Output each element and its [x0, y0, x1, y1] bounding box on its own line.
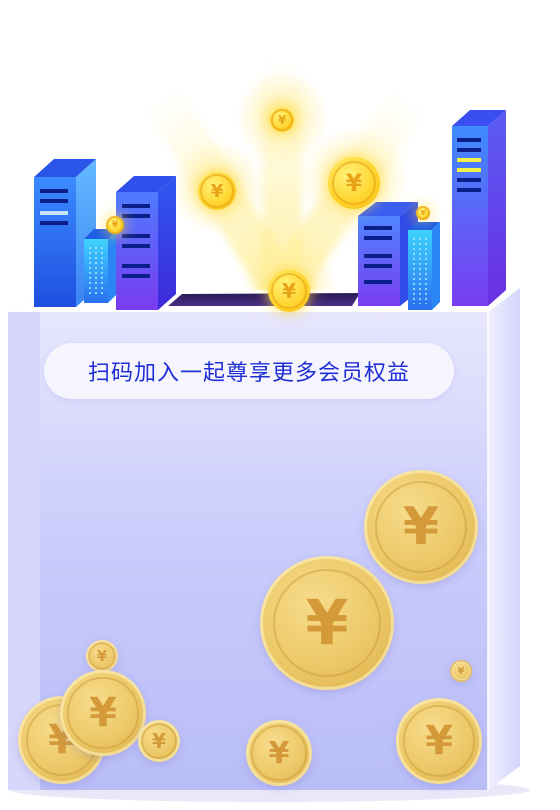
- coin-symbol: ¥: [67, 677, 139, 749]
- coin-icon: ¥: [246, 720, 312, 786]
- coin-symbol: ¥: [106, 215, 124, 235]
- coin-icon: ¥: [364, 470, 478, 584]
- coin-icon: ¥: [328, 157, 380, 209]
- coin-icon: ¥: [86, 640, 118, 672]
- coin-symbol: ¥: [200, 174, 234, 208]
- coin-symbol: ¥: [272, 568, 382, 678]
- coin-symbol: ¥: [251, 725, 307, 781]
- coin-symbol: ¥: [270, 272, 308, 310]
- building: [408, 222, 440, 310]
- coin-icon: ¥: [260, 556, 394, 690]
- coin-symbol: ¥: [87, 641, 117, 671]
- coin-symbol: ¥: [450, 660, 472, 682]
- coin-symbol: ¥: [374, 480, 468, 574]
- coin-symbol: ¥: [403, 705, 475, 777]
- coin-symbol: ¥: [140, 722, 178, 760]
- promo-title-pill: 扫码加入一起尊享更多会员权益: [44, 343, 454, 399]
- coin-icon: ¥: [138, 720, 180, 762]
- coin-icon: ¥: [268, 270, 310, 312]
- promo-illustration: ¥ ¥ ¥ ¥ ¥ ¥ 扫码加入一起尊享更多会员权益 ¥ ¥ ¥ ¥ ¥ ¥ ¥…: [0, 0, 560, 810]
- coin-icon: ¥: [450, 660, 472, 682]
- building: [116, 176, 176, 310]
- coin-icon: ¥: [416, 205, 430, 221]
- building: [452, 110, 506, 306]
- coin-symbol: ¥: [270, 108, 294, 132]
- coin-icon: ¥: [396, 698, 482, 784]
- coin-icon: ¥: [270, 108, 294, 132]
- coin-icon: ¥: [106, 215, 124, 235]
- coin-icon: ¥: [198, 172, 236, 210]
- coin-symbol: ¥: [331, 160, 377, 206]
- promo-title: 扫码加入一起尊享更多会员权益: [87, 361, 410, 386]
- coin-icon: ¥: [60, 670, 146, 756]
